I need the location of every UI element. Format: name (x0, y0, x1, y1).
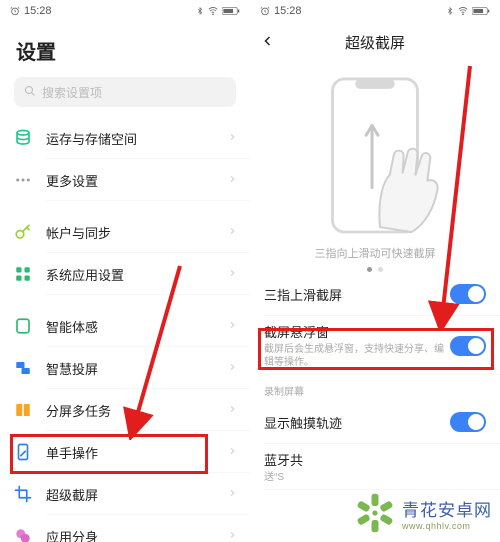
toggle-label: 三指上滑截屏 (264, 285, 450, 304)
row-label: 超级截屏 (46, 485, 228, 504)
app-clone-row[interactable]: 应用分身 (0, 515, 250, 542)
page-title: 设置 (0, 22, 250, 77)
database-icon (14, 129, 32, 147)
gesture-illustration: 三指向上滑动可快速截屏 (250, 62, 500, 272)
chevron-right-icon (228, 173, 236, 188)
status-bar: 15:28 (250, 0, 500, 22)
grid-icon (14, 265, 32, 283)
toggle-label: 截屏悬浮窗 (264, 322, 450, 341)
header: 超级截屏 (250, 22, 500, 62)
cast-row[interactable]: 智慧投屏 (0, 347, 250, 389)
bluetooth-icon (196, 6, 204, 16)
three-finger-swipe-toggle-row[interactable]: 三指上滑截屏 (250, 272, 500, 316)
settings-screen: 15:28 设置 搜索设置项 运存与存储空间更多设置 帐户与同步系统应用设置 智… (0, 0, 250, 542)
split-screen-row[interactable]: 分屏多任务 (0, 389, 250, 431)
row-label: 应用分身 (46, 527, 228, 542)
system-apps-row[interactable]: 系统应用设置 (0, 253, 250, 295)
toggle-label: 蓝牙共 (264, 450, 486, 469)
chevron-right-icon (228, 361, 236, 376)
row-label: 系统应用设置 (46, 265, 228, 284)
row-label: 分屏多任务 (46, 401, 228, 420)
clone-icon (14, 527, 32, 542)
toggle-label: 显示触摸轨迹 (264, 413, 450, 432)
chevron-right-icon (228, 445, 236, 460)
alarm-icon (260, 6, 270, 16)
wifi-icon (207, 6, 219, 16)
chevron-right-icon (228, 131, 236, 146)
status-time: 15:28 (24, 5, 52, 17)
search-input[interactable]: 搜索设置项 (14, 77, 236, 107)
chevron-right-icon (228, 319, 236, 334)
screen-title: 超级截屏 (250, 32, 500, 53)
toggle-switch[interactable] (450, 284, 486, 304)
toggle-sublabel: 截屏后会生成悬浮窗，支持快速分享、编辑等操作。 (264, 343, 450, 369)
toggle-switch[interactable] (450, 336, 486, 356)
floating-window-toggle-row[interactable]: 截屏悬浮窗截屏后会生成悬浮窗，支持快速分享、编辑等操作。 (250, 316, 500, 375)
toggle-switch[interactable] (450, 412, 486, 432)
accounts-row[interactable]: 帐户与同步 (0, 211, 250, 253)
toggle-sublabel: 送“S (264, 471, 486, 484)
chevron-right-icon (228, 225, 236, 240)
search-placeholder: 搜索设置项 (42, 84, 102, 101)
chevron-right-icon (228, 267, 236, 282)
show-touches-toggle-row[interactable]: 显示触摸轨迹 (250, 400, 500, 444)
row-label: 帐户与同步 (46, 223, 228, 242)
bluetooth-icon (446, 6, 454, 16)
cast-icon (14, 359, 32, 377)
wifi-icon (457, 6, 469, 16)
status-bar: 15:28 (0, 0, 250, 22)
onehand-icon (14, 443, 32, 461)
status-time: 15:28 (274, 5, 302, 17)
chevron-right-icon (228, 403, 236, 418)
row-label: 单手操作 (46, 443, 228, 462)
motion-sensing-row[interactable]: 智能体感 (0, 305, 250, 347)
battery-icon (472, 6, 490, 16)
record-section-header: 录制屏幕 (250, 375, 500, 400)
row-label: 智能体感 (46, 317, 228, 336)
battery-icon (222, 6, 240, 16)
alarm-icon (10, 6, 20, 16)
super-screenshot-row[interactable]: 超级截屏 (0, 473, 250, 515)
super-screenshot-screen: 15:28 超级截屏 (250, 0, 500, 542)
row-label: 更多设置 (46, 171, 228, 190)
more-settings-row[interactable]: 更多设置 (0, 159, 250, 201)
row-label: 运存与存储空间 (46, 129, 228, 148)
chevron-right-icon (228, 487, 236, 502)
search-icon (24, 85, 36, 100)
crop-icon (14, 485, 32, 503)
split-icon (14, 401, 32, 419)
chevron-right-icon (228, 529, 236, 542)
one-handed-row[interactable]: 单手操作 (0, 431, 250, 473)
key-icon (14, 223, 32, 241)
dots-icon (14, 171, 32, 189)
bluetooth-share-row[interactable]: 蓝牙共送“S (250, 444, 500, 490)
rect-icon (14, 317, 32, 335)
row-label: 智慧投屏 (46, 359, 228, 378)
storage-row[interactable]: 运存与存储空间 (0, 117, 250, 159)
illustration-caption: 三指向上滑动可快速截屏 (315, 245, 436, 261)
